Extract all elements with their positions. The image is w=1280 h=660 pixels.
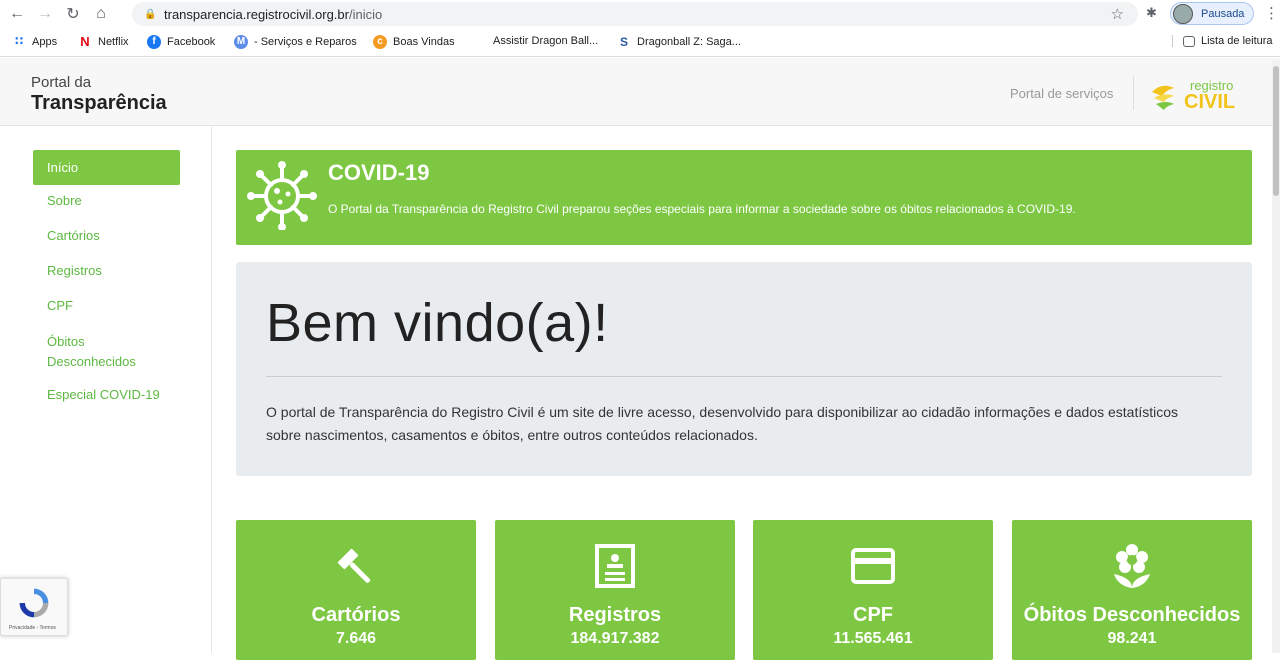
sidebar-nav: Início Sobre Cartórios Registros CPF Óbi… (0, 126, 212, 653)
stat-value: 11.565.461 (833, 630, 913, 647)
apps-grid-icon: ∷ (14, 34, 24, 48)
profile-status: Pausada (1201, 7, 1245, 20)
netflix-icon: N (80, 34, 90, 49)
saga-icon: S (619, 35, 628, 49)
stat-label: Óbitos Desconhecidos (1023, 604, 1241, 626)
covid-description: O Portal da Transparência do Registro Ci… (328, 202, 1076, 216)
recaptcha-links[interactable]: Privacidade - Termos (9, 625, 56, 631)
bookmark-dragonball-saga[interactable]: S Dragonball Z: Saga... (617, 35, 741, 49)
forward-icon[interactable]: → (34, 3, 56, 25)
sidebar-item-cartorios[interactable]: Cartórios (33, 228, 180, 243)
recaptcha-icon (19, 588, 49, 618)
bookmark-label: Facebook (167, 36, 216, 48)
address-bar[interactable]: 🔒 transparencia.registrocivil.org.br/ini… (132, 2, 1138, 26)
registro-civil-logo[interactable]: registro CIVIL (1150, 76, 1248, 112)
covid-title: COVID-19 (328, 160, 430, 185)
reading-list[interactable]: Lista de leitura (1172, 35, 1273, 47)
sidebar-item-sobre[interactable]: Sobre (33, 193, 180, 208)
header-divider (1133, 76, 1134, 110)
sidebar-item-obitos-desconhecidos[interactable]: Óbitos Desconhecidos (33, 332, 153, 372)
avatar (1173, 3, 1193, 24)
home-icon[interactable]: ⌂ (90, 3, 112, 25)
bookmark-label: Netflix (98, 36, 129, 48)
card-icon (851, 548, 895, 584)
url-path: /inicio (348, 6, 383, 22)
recaptcha-badge[interactable]: Privacidade - Termos (0, 578, 68, 636)
stat-label: Cartórios (311, 604, 401, 626)
document-icon (595, 544, 635, 588)
welcome-panel: Bem vindo(a)! O portal de Transparência … (236, 262, 1252, 476)
stat-label: Registros (568, 604, 662, 626)
stat-card-registros[interactable]: Registros 184.917.382 (495, 520, 735, 660)
welcome-divider (266, 376, 1222, 377)
bookmark-apps[interactable]: ∷ Apps (12, 35, 57, 49)
sidebar-item-inicio[interactable]: Início (33, 150, 180, 185)
bookmark-boas-vindas[interactable]: c Boas Vindas (373, 35, 455, 49)
bookmark-label: Apps (32, 36, 58, 48)
extensions-icon[interactable]: ✱ (1146, 5, 1157, 21)
bookmark-dragon-ball[interactable]: Assistir Dragon Ball... (493, 35, 598, 47)
reading-list-label: Lista de leitura (1201, 35, 1273, 47)
sidebar-item-registros[interactable]: Registros (33, 263, 180, 278)
gavel-icon (337, 548, 371, 583)
scrollbar-thumb[interactable] (1273, 66, 1279, 196)
covid-banner[interactable]: COVID-19 O Portal da Transparência do Re… (236, 150, 1252, 245)
stat-card-cartorios[interactable]: Cartórios 7.646 (236, 520, 476, 660)
stat-card-obitos-desconhecidos[interactable]: Óbitos Desconhecidos 98.241 (1012, 520, 1252, 660)
logo-text-civil: CIVIL (1184, 91, 1235, 112)
bookmark-netflix[interactable]: N Netflix (78, 34, 129, 49)
stat-value: 184.917.382 (570, 630, 660, 647)
page-scrollbar[interactable] (1272, 60, 1280, 653)
logo-line1: Portal da (31, 74, 92, 91)
back-icon[interactable]: ← (6, 3, 28, 25)
bookmark-star-icon[interactable]: ☆ (1111, 5, 1124, 23)
welcome-title: Bem vindo(a)! (266, 293, 609, 353)
stat-value: 98.241 (1107, 630, 1157, 647)
profile-button[interactable]: Pausada (1170, 2, 1254, 25)
virus-icon (247, 161, 317, 230)
bookmark-label: Boas Vindas (393, 36, 455, 48)
reload-icon[interactable]: ↻ (62, 3, 84, 25)
reading-list-icon (1183, 35, 1195, 47)
stat-value: 7.646 (335, 630, 377, 647)
sidebar-item-especial-covid[interactable]: Especial COVID-19 (33, 387, 180, 402)
logo-line2: Transparência (31, 92, 167, 114)
bookmark-label: - Serviços e Reparos (254, 36, 357, 48)
bookmark-label: Dragonball Z: Saga... (637, 36, 741, 48)
url-domain: transparencia.registrocivil.org.br (164, 6, 349, 22)
facebook-icon: f (147, 35, 161, 49)
welcome-text: O portal de Transparência do Registro Ci… (266, 404, 1179, 443)
motorola-icon: M (234, 35, 248, 49)
flower-icon (1114, 544, 1150, 588)
services-portal-link[interactable]: Portal de serviços (1010, 86, 1113, 101)
stat-card-cpf[interactable]: CPF 11.565.461 (753, 520, 993, 660)
bookmark-label: Assistir Dragon Ball... (493, 35, 599, 47)
bookmarks-bar: ∷ Apps N Netflix f Facebook M - Serviços e R… (0, 28, 1280, 57)
bookmark-servicos[interactable]: M - Serviços e Reparos (234, 35, 357, 49)
crunchyroll-icon: c (373, 35, 387, 49)
stat-label: CPF (853, 604, 893, 626)
site-header: Portal da Transparência Portal de serviç… (0, 58, 1280, 126)
bookmark-facebook[interactable]: f Facebook (147, 35, 215, 49)
sidebar-item-cpf[interactable]: CPF (33, 298, 180, 313)
lock-icon: 🔒 (144, 8, 157, 20)
browser-menu-icon[interactable]: ⋮ (1264, 4, 1279, 22)
